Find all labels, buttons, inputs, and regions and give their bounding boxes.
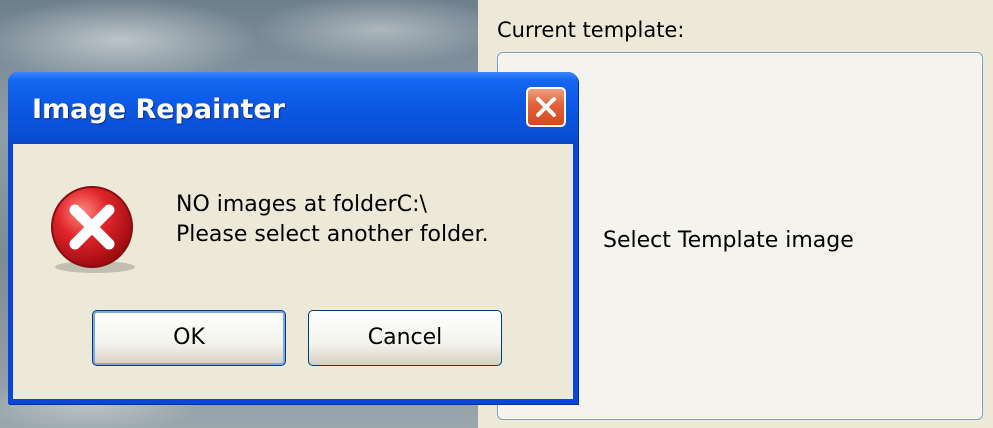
- close-icon: [536, 97, 556, 117]
- close-button[interactable]: [526, 87, 566, 127]
- message-line-1: NO images at folderC:\: [176, 192, 427, 217]
- message-line-2: Please select another folder.: [176, 222, 489, 247]
- dialog-titlebar[interactable]: Image Repainter: [8, 72, 578, 144]
- dialog-message: NO images at folderC:\ Please select ano…: [176, 190, 489, 250]
- template-placeholder-text: Select Template image: [603, 228, 854, 253]
- ok-button[interactable]: OK: [92, 310, 286, 366]
- dialog-title: Image Repainter: [32, 94, 286, 125]
- cancel-button[interactable]: Cancel: [308, 310, 502, 366]
- current-template-label: Current template:: [497, 18, 685, 42]
- error-icon: [51, 186, 135, 273]
